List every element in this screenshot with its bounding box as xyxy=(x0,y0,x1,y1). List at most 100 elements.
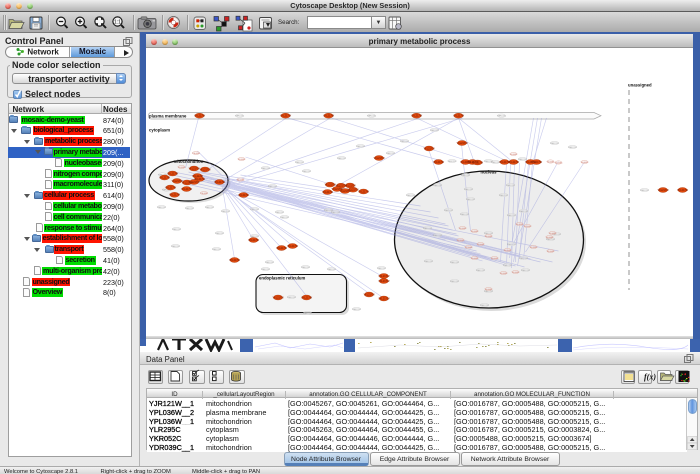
svg-text:YBR222C: YBR222C xyxy=(444,210,454,212)
svg-text:YGL008C: YGL008C xyxy=(549,233,558,235)
svg-text:YGL008C: YGL008C xyxy=(555,162,564,164)
svg-text:YBR222C: YBR222C xyxy=(268,186,278,188)
svg-text:YBR222C: YBR222C xyxy=(521,270,531,272)
svg-text:YBR222C: YBR222C xyxy=(546,239,556,241)
svg-text:YBR222C: YBR222C xyxy=(337,158,347,160)
svg-text:YKL217W: YKL217W xyxy=(472,161,484,164)
svg-text:YKL217W: YKL217W xyxy=(194,178,206,181)
svg-text:YKL217W: YKL217W xyxy=(411,115,423,118)
svg-text:YBR222C: YBR222C xyxy=(250,209,260,211)
svg-text:YKL217W: YKL217W xyxy=(287,245,299,248)
svg-text:YKL217W: YKL217W xyxy=(188,181,200,184)
svg-text:YKL217W: YKL217W xyxy=(167,172,179,175)
svg-text:endoplasmic reticulum: endoplasmic reticulum xyxy=(259,276,306,281)
svg-text:YBR222C: YBR222C xyxy=(171,246,181,248)
svg-text:f(x): f(x) xyxy=(644,373,656,382)
svg-text:YGL008C: YGL008C xyxy=(491,258,500,260)
svg-text:YBR222C: YBR222C xyxy=(430,130,440,132)
svg-text:YKL217W: YKL217W xyxy=(323,115,335,118)
svg-text:YKL217W: YKL217W xyxy=(378,280,390,283)
svg-text:YKL217W: YKL217W xyxy=(272,296,284,299)
svg-text:YBR222C: YBR222C xyxy=(367,116,377,118)
svg-text:YGL008C: YGL008C xyxy=(547,251,556,253)
svg-text:YKL217W: YKL217W xyxy=(301,296,313,299)
svg-text:YKL217W: YKL217W xyxy=(276,247,288,250)
svg-text:YKL217W: YKL217W xyxy=(165,186,177,189)
svg-text:YBR222C: YBR222C xyxy=(205,207,215,209)
svg-text:YKL217W: YKL217W xyxy=(324,183,336,186)
svg-text:YGL008C: YGL008C xyxy=(465,247,474,249)
svg-text:YBR222C: YBR222C xyxy=(352,309,362,311)
svg-text:YGL008C: YGL008C xyxy=(471,258,480,260)
svg-text:YBR222C: YBR222C xyxy=(424,261,434,263)
svg-text:YKL217W: YKL217W xyxy=(322,191,334,194)
svg-text:YKL217W: YKL217W xyxy=(229,259,241,262)
svg-text:YBR222C: YBR222C xyxy=(464,189,474,191)
svg-text:YGL008C: YGL008C xyxy=(485,289,494,291)
svg-text:plasma membrane: plasma membrane xyxy=(149,114,187,119)
svg-text:YBR222C: YBR222C xyxy=(295,162,305,164)
svg-text:YKL217W: YKL217W xyxy=(378,297,390,300)
svg-text:YGL008C: YGL008C xyxy=(485,236,494,238)
svg-text:YKL217W: YKL217W xyxy=(378,275,390,278)
svg-text:YBR222C: YBR222C xyxy=(450,281,460,283)
svg-text:YGL008C: YGL008C xyxy=(530,247,539,249)
svg-text:YBR222C: YBR222C xyxy=(331,212,341,214)
svg-text:YKL217W: YKL217W xyxy=(214,181,226,184)
svg-text:YGL008C: YGL008C xyxy=(504,250,513,252)
svg-text:YBR222C: YBR222C xyxy=(302,171,312,173)
svg-text:YKL217W: YKL217W xyxy=(423,147,435,150)
svg-text:YGL008C: YGL008C xyxy=(178,167,187,169)
svg-text:YKL217W: YKL217W xyxy=(363,293,375,296)
svg-text:YBR222C: YBR222C xyxy=(519,211,529,213)
svg-text:YBR222C: YBR222C xyxy=(433,185,443,187)
svg-text:YBR222C: YBR222C xyxy=(480,305,490,307)
svg-text:YKL217W: YKL217W xyxy=(373,157,385,160)
svg-text:YBR222C: YBR222C xyxy=(172,229,182,231)
svg-text:YBR222C: YBR222C xyxy=(519,258,529,260)
svg-text:YKL217W: YKL217W xyxy=(280,115,292,118)
svg-text:nucleus: nucleus xyxy=(480,170,497,175)
svg-text:YBR222C: YBR222C xyxy=(447,161,457,163)
svg-text:YGL008C: YGL008C xyxy=(512,272,521,274)
svg-text:YKL217W: YKL217W xyxy=(531,161,543,164)
svg-text:YGL008C: YGL008C xyxy=(237,179,246,181)
svg-text:YBR222C: YBR222C xyxy=(433,235,443,237)
svg-text:YBR222C: YBR222C xyxy=(215,233,225,235)
svg-text:YKL217W: YKL217W xyxy=(657,189,669,192)
svg-text:YKL217W: YKL217W xyxy=(188,167,200,170)
svg-text:YBR222C: YBR222C xyxy=(497,116,507,118)
svg-text:mitochondrion: mitochondrion xyxy=(174,159,204,164)
svg-text:YKL217W: YKL217W xyxy=(677,189,689,192)
svg-text:YKL217W: YKL217W xyxy=(169,194,181,197)
svg-text:YGL008C: YGL008C xyxy=(477,244,486,246)
svg-text:1:1: 1:1 xyxy=(114,20,121,26)
svg-text:YBR222C: YBR222C xyxy=(568,147,578,149)
svg-text:YBR222C: YBR222C xyxy=(507,215,517,217)
svg-text:YKL217W: YKL217W xyxy=(181,188,193,191)
svg-text:YGL008C: YGL008C xyxy=(200,193,209,195)
svg-text:YBR222C: YBR222C xyxy=(460,214,470,216)
svg-text:YKL217W: YKL217W xyxy=(344,184,356,187)
svg-text:YKL217W: YKL217W xyxy=(238,194,250,197)
svg-text:YKL217W: YKL217W xyxy=(358,190,370,193)
svg-text:YGL008C: YGL008C xyxy=(471,231,480,233)
svg-text:YBR222C: YBR222C xyxy=(499,195,509,197)
svg-text:YBR222C: YBR222C xyxy=(157,207,167,209)
svg-text:YBR222C: YBR222C xyxy=(423,228,433,230)
svg-text:YGL008C: YGL008C xyxy=(547,161,556,163)
svg-text:YBR222C: YBR222C xyxy=(235,116,245,118)
svg-text:YKL217W: YKL217W xyxy=(194,115,206,118)
svg-text:YGL008C: YGL008C xyxy=(238,159,247,161)
svg-text:YBR222C: YBR222C xyxy=(640,190,650,192)
svg-text:YBR222C: YBR222C xyxy=(212,249,222,251)
svg-text:YBR222C: YBR222C xyxy=(550,143,560,145)
svg-text:YBR222C: YBR222C xyxy=(506,185,516,187)
svg-text:YBR222C: YBR222C xyxy=(280,217,290,219)
svg-text:YGL008C: YGL008C xyxy=(192,153,201,155)
svg-text:YBR222C: YBR222C xyxy=(221,211,231,213)
svg-text:YBR222C: YBR222C xyxy=(327,269,337,271)
svg-text:YKL217W: YKL217W xyxy=(433,161,445,164)
svg-text:YKL217W: YKL217W xyxy=(453,115,465,118)
svg-text:YKL217W: YKL217W xyxy=(248,239,260,242)
